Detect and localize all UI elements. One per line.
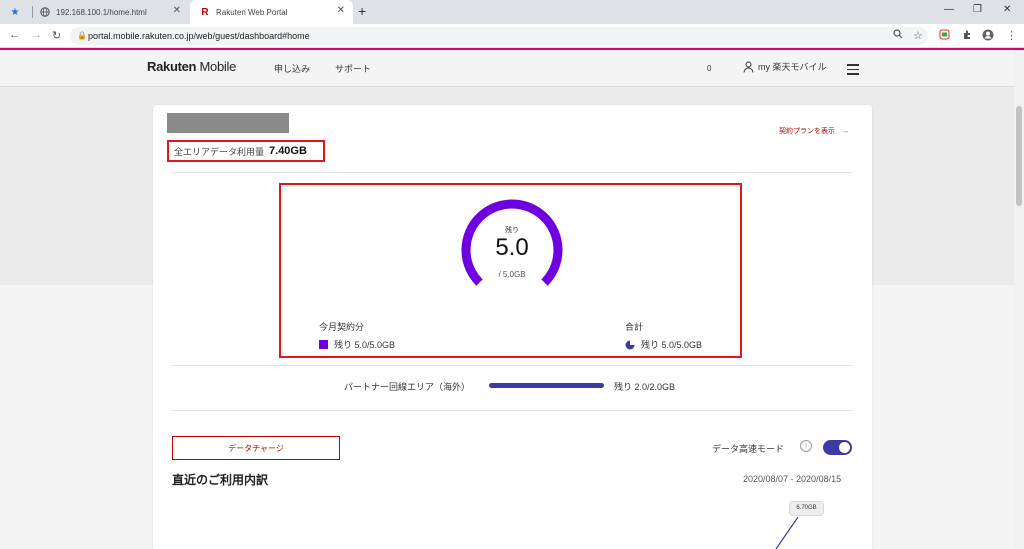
divider xyxy=(172,172,852,173)
nav-support[interactable]: サポート xyxy=(335,62,371,75)
close-tab-icon[interactable]: ✕ xyxy=(337,5,345,16)
page-scrollbar[interactable] xyxy=(1014,50,1024,549)
puzzle-icon[interactable] xyxy=(962,29,973,43)
total-usage-label: 全エリアデータ利用量 xyxy=(174,146,265,157)
my-rakuten-mobile-link[interactable]: my 楽天モバイル xyxy=(743,60,827,73)
hamburger-menu-icon[interactable] xyxy=(847,64,859,78)
usage-value-bubble: 6.70GB xyxy=(789,501,824,516)
user-icon xyxy=(743,61,754,73)
gauge-remaining-value: 5.0 xyxy=(495,234,529,261)
monthly-plan-title: 今月契約分 xyxy=(319,322,365,332)
total-usage-value: 7.40GB xyxy=(269,145,307,157)
view-plan-link[interactable]: 契約プランを表示 → xyxy=(779,126,849,136)
partner-area-value: 残り 2.0/2.0GB xyxy=(614,382,676,392)
usage-trend-line xyxy=(775,517,799,549)
info-icon[interactable]: i xyxy=(800,440,812,452)
total-title: 合計 xyxy=(625,322,644,332)
rakuten-favicon-icon: R xyxy=(201,6,209,18)
browser-toolbar: ← → ↻ 🔒 portal.mobile.rakuten.co.jp/web/… xyxy=(0,24,1024,48)
minimize-icon[interactable]: — xyxy=(944,4,954,15)
divider xyxy=(172,410,852,411)
close-tab-icon[interactable]: ✕ xyxy=(173,5,181,16)
monthly-plan-legend: 今月契約分 残り 5.0/5.0GB xyxy=(319,320,395,351)
monthly-plan-value: 残り 5.0/5.0GB xyxy=(334,340,396,350)
url-text: portal.mobile.rakuten.co.jp/web/guest/da… xyxy=(88,31,310,41)
date-range: 2020/08/07 - 2020/08/15 xyxy=(743,474,842,484)
divider xyxy=(172,365,852,366)
star-icon: ★ xyxy=(10,6,20,18)
partner-area-label: パートナー回線エリア（海外） xyxy=(344,382,471,392)
redacted-name xyxy=(167,113,289,133)
browser-tab-strip: ★ 192.168.100.1/home.html ✕ R Rakuten We… xyxy=(0,0,1024,24)
more-menu-icon[interactable]: ⋮ xyxy=(1006,29,1017,42)
data-charge-button[interactable]: データチャージ xyxy=(172,436,340,460)
lock-icon: 🔒 xyxy=(77,31,87,40)
cart-count: 0 xyxy=(707,64,712,73)
address-bar[interactable]: 🔒 portal.mobile.rakuten.co.jp/web/guest/… xyxy=(70,27,928,45)
site-header: Rakuten Mobile 申し込み サポート 0 my 楽天モバイル xyxy=(0,50,1024,87)
reload-icon[interactable]: ↻ xyxy=(52,29,61,42)
rakuten-mobile-logo[interactable]: Rakuten Mobile xyxy=(147,59,236,74)
recent-usage-title: 直近のご利用内訳 xyxy=(172,473,269,487)
speed-mode-toggle[interactable] xyxy=(823,440,852,455)
pie-icon xyxy=(625,340,635,349)
close-window-icon[interactable]: ✕ xyxy=(1003,4,1011,15)
gauge-total: / 5.0GB xyxy=(498,270,526,279)
browser-tab-router[interactable]: ★ 192.168.100.1/home.html ✕ xyxy=(0,0,189,24)
scrollbar-thumb[interactable] xyxy=(1016,106,1022,206)
new-tab-button[interactable]: + xyxy=(358,3,366,19)
total-legend: 合計 残り 5.0/5.0GB xyxy=(625,320,702,351)
browser-tab-rakuten[interactable]: R Rakuten Web Portal ✕ xyxy=(190,0,353,24)
total-value: 残り 5.0/5.0GB xyxy=(641,340,703,350)
globe-icon xyxy=(40,7,50,17)
zoom-icon[interactable] xyxy=(893,29,903,42)
user-label: my 楽天モバイル xyxy=(758,62,827,72)
extension-shield-icon[interactable] xyxy=(939,29,950,43)
total-usage-summary: 全エリアデータ利用量 7.40GB xyxy=(167,140,325,162)
partner-area-bar xyxy=(489,383,604,388)
back-icon[interactable]: ← xyxy=(9,29,20,41)
purple-square-icon xyxy=(319,340,328,349)
tab-title: 192.168.100.1/home.html xyxy=(56,7,147,17)
bookmark-star-icon[interactable]: ☆ xyxy=(913,29,923,42)
tab-title: Rakuten Web Portal xyxy=(216,7,288,17)
restore-icon[interactable]: ❐ xyxy=(973,4,982,15)
speed-mode-label: データ高速モード xyxy=(712,444,785,454)
profile-icon[interactable] xyxy=(982,29,994,44)
forward-icon[interactable]: → xyxy=(31,29,42,41)
nav-apply[interactable]: 申し込み xyxy=(274,62,310,75)
